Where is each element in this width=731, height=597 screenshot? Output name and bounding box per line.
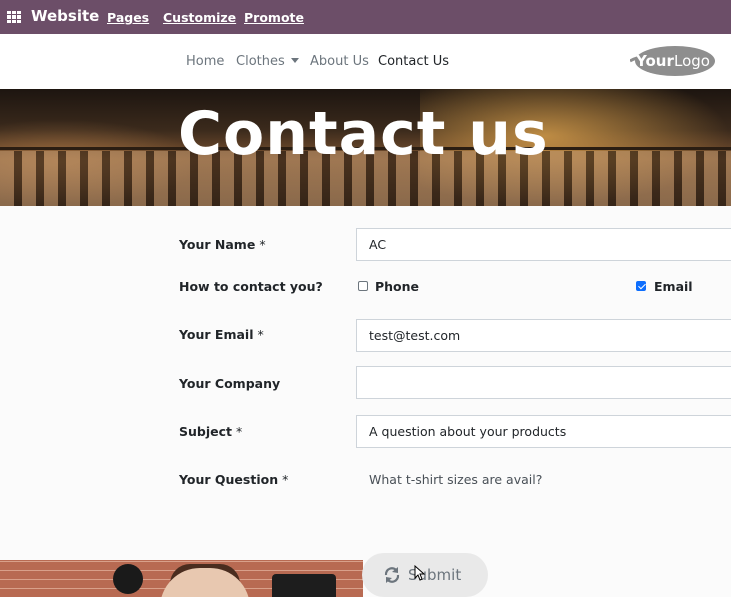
nav-item-contact-us[interactable]: Contact Us xyxy=(378,54,449,69)
refresh-spinner-icon xyxy=(384,567,400,583)
subject-input[interactable]: A question about your products xyxy=(356,415,731,448)
company-input[interactable] xyxy=(356,366,731,399)
nav-item-home[interactable]: Home xyxy=(186,54,224,69)
page-title: Contact us xyxy=(178,99,549,169)
subject-label-text: Subject xyxy=(179,424,232,439)
question-textarea[interactable]: What t-shirt sizes are avail? xyxy=(369,472,542,487)
email-label-text: Your Email xyxy=(179,327,254,342)
promote-menu-link[interactable]: Promote xyxy=(244,10,304,25)
mouse-cursor-icon xyxy=(414,565,426,581)
phone-checkbox[interactable] xyxy=(358,281,368,291)
subject-label: Subject * xyxy=(179,424,242,439)
email-label: Your Email * xyxy=(179,327,264,342)
email-checkbox-label[interactable]: Email xyxy=(654,279,693,294)
email-input[interactable]: test@test.com xyxy=(356,319,731,352)
decorative-photo xyxy=(0,560,363,597)
required-mark: * xyxy=(236,424,243,439)
question-label: Your Question * xyxy=(179,472,288,487)
phone-checkbox-label[interactable]: Phone xyxy=(375,279,419,294)
site-logo[interactable]: Your Logo xyxy=(630,44,716,78)
company-label: Your Company xyxy=(179,376,281,391)
admin-bar-title[interactable]: Website xyxy=(31,7,99,25)
nav-item-about-us[interactable]: About Us xyxy=(310,54,369,69)
chevron-down-icon xyxy=(290,58,299,63)
pages-menu-link[interactable]: Pages xyxy=(107,10,149,25)
nav-item-clothes-label: Clothes xyxy=(236,54,285,69)
admin-bar: Website Pages Customize Promote xyxy=(0,0,731,34)
required-mark: * xyxy=(259,237,266,252)
logo-text-light: Logo xyxy=(674,52,710,70)
logo-text-bold: Your xyxy=(635,52,674,70)
site-navbar: Home Clothes About Us Contact Us Your Lo… xyxy=(0,34,731,89)
name-input[interactable]: AC xyxy=(356,228,731,261)
hero-banner: Contact us xyxy=(0,89,731,206)
name-label: Your Name * xyxy=(179,237,266,252)
email-checkbox[interactable] xyxy=(636,281,646,291)
apps-grid-icon[interactable] xyxy=(7,11,21,23)
customize-menu-link[interactable]: Customize xyxy=(163,10,236,25)
nav-item-clothes[interactable]: Clothes xyxy=(236,54,299,69)
name-label-text: Your Name xyxy=(179,237,256,252)
required-mark: * xyxy=(282,472,289,487)
contact-method-label: How to contact you? xyxy=(179,279,323,294)
question-label-text: Your Question xyxy=(179,472,279,487)
required-mark: * xyxy=(257,327,264,342)
